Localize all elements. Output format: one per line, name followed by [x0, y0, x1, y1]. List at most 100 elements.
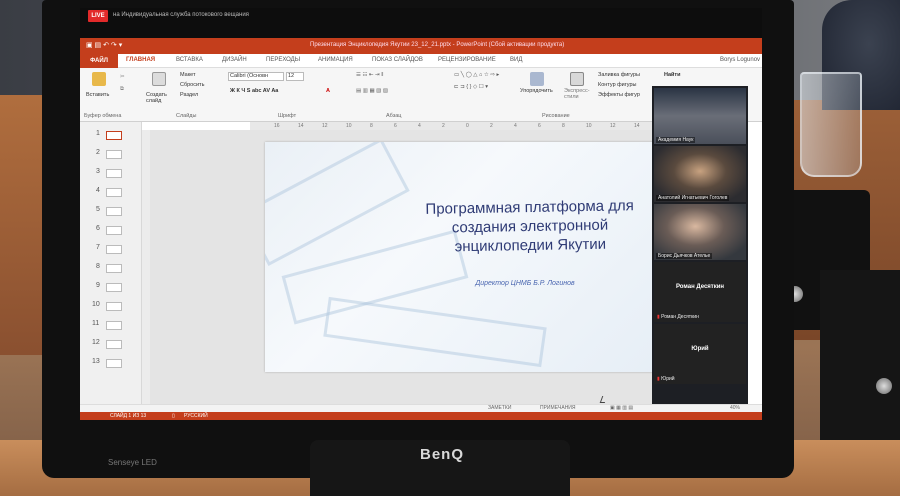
bullets-button[interactable]: ☰ ☷ ⇤ ⇥ ‖ — [356, 72, 383, 78]
slide-thumbnail-3[interactable] — [106, 169, 122, 178]
font-name-select[interactable]: Calibri (Основн — [228, 72, 284, 81]
slide-counter: СЛАЙД 1 ИЗ 13 — [110, 413, 147, 419]
ruler-tick: 14 — [634, 123, 640, 129]
slide-thumbnail-13[interactable] — [106, 359, 122, 368]
tab-animations[interactable]: АНИМАЦИЯ — [318, 57, 353, 63]
new-slide-icon[interactable] — [152, 72, 166, 86]
notes-bar: ЗАМЕТКИ ПРИМЕЧАНИЯ ▣ ▦ ▥ ▤ 40% — [80, 404, 762, 412]
participant-name: Юрий — [691, 346, 709, 352]
slide-number: 9 — [96, 282, 100, 289]
tab-home[interactable]: ГЛАВНАЯ — [126, 57, 155, 63]
slide-number: 13 — [92, 358, 100, 365]
slide-decoration — [323, 296, 547, 368]
copy-icon[interactable]: ⧉ — [120, 86, 124, 93]
window-title: Презентация Энциклопедия Якутии 23_12_21… — [310, 42, 565, 48]
slide-thumbnail-2[interactable] — [106, 150, 122, 159]
quick-access-toolbar[interactable]: ▣ ▤ ↶ ↷ ▾ — [86, 41, 122, 49]
zoom-level[interactable]: 40% — [730, 405, 740, 411]
participant-tile-5[interactable]: Юрий ▮ Юрий — [654, 324, 746, 384]
scissors-icon[interactable]: ✂ — [120, 74, 125, 80]
slide-thumbnail-10[interactable] — [106, 302, 122, 311]
slide-thumbnail-4[interactable] — [106, 188, 122, 197]
arrange-button[interactable]: Упорядочить — [520, 88, 553, 94]
ruler-tick: 12 — [322, 123, 328, 129]
tab-insert[interactable]: ВСТАВКА — [176, 57, 203, 63]
quick-styles-button[interactable]: Экспресс-стили — [564, 88, 590, 100]
paste-button[interactable]: Вставить — [86, 92, 109, 98]
spellcheck-icon[interactable]: ▯ — [172, 412, 175, 420]
shapes-gallery[interactable]: ▭ ╲ ◯ △ ⌂ ☆ ⇨ ▸ — [454, 72, 499, 78]
section-button[interactable]: Раздел — [180, 92, 198, 98]
slide-number: 1 — [96, 130, 100, 137]
slide-number: 6 — [96, 225, 100, 232]
slide-number: 3 — [96, 168, 100, 175]
arrange-icon[interactable] — [530, 72, 544, 86]
ruler-tick: 8 — [562, 123, 565, 129]
notes-button[interactable]: ЗАМЕТКИ — [488, 405, 511, 411]
ribbon-tabs: ФАЙЛ ГЛАВНАЯ ВСТАВКА ДИЗАЙН ПЕРЕХОДЫ АНИ… — [80, 54, 762, 68]
participant-tile-4[interactable]: Роман Десяткин ▮ Роман Десяткин — [654, 262, 746, 322]
ruler-tick: 16 — [274, 123, 280, 129]
reset-button[interactable]: Сбросить — [180, 82, 204, 88]
tab-review[interactable]: РЕЦЕНЗИРОВАНИЕ — [438, 57, 496, 63]
slide-thumbnail-12[interactable] — [106, 340, 122, 349]
font-size-select[interactable]: 12 — [286, 72, 304, 81]
participant-name: Борис Дьячков Ателье — [656, 253, 713, 259]
user-name: Borys Logunov — [720, 57, 761, 63]
ruler-tick: 10 — [586, 123, 592, 129]
tab-file[interactable]: ФАЙЛ — [80, 54, 118, 68]
tab-design[interactable]: ДИЗАЙН — [222, 57, 247, 63]
video-tile-2[interactable]: Анатолий Игнатьевич Гоголев — [654, 146, 746, 202]
slide-thumbnail-11[interactable] — [106, 321, 122, 330]
layout-button[interactable]: Макет — [180, 72, 196, 78]
shapes-gallery-row2[interactable]: ⊏ ⊐ { } ◇ ☐ ▾ — [454, 84, 488, 90]
align-buttons[interactable]: ▤ ▥ ▦ ▧ ▨ — [356, 88, 388, 94]
slide-thumbnail-7[interactable] — [106, 245, 122, 254]
slide-thumbnail-8[interactable] — [106, 264, 122, 273]
video-tile-1[interactable]: Академия Наук — [654, 88, 746, 144]
slide-title[interactable]: Программная платформа для создания элект… — [405, 196, 656, 257]
slide-number: 11 — [92, 320, 100, 327]
tab-slideshow[interactable]: ПОКАЗ СЛАЙДОВ — [372, 57, 423, 63]
language-indicator[interactable]: РУССКИЙ — [184, 412, 208, 420]
participant-label: ▮ Юрий — [657, 376, 675, 382]
slide-thumbnail-1[interactable] — [106, 131, 122, 140]
slide-canvas[interactable]: Программная платформа для создания элект… — [265, 142, 665, 372]
group-slides: Слайды — [176, 113, 197, 119]
quick-styles-icon[interactable] — [570, 72, 584, 86]
font-color-button[interactable]: A — [326, 88, 330, 94]
comments-button[interactable]: ПРИМЕЧАНИЯ — [540, 405, 576, 411]
slide-number: 7 — [96, 244, 100, 251]
participant-name: Академия Наук — [656, 137, 696, 143]
muted-mic-icon: ▮ — [657, 376, 660, 382]
new-slide-button[interactable]: Создать слайд — [146, 92, 174, 104]
slide-number: 10 — [92, 301, 100, 308]
tab-transitions[interactable]: ПЕРЕХОДЫ — [266, 57, 300, 63]
video-call-panel: Академия Наук Анатолий Игнатьевич Гоголе… — [652, 86, 748, 404]
muted-mic-icon: ▮ — [657, 314, 660, 320]
participant-name: Роман Десяткин — [675, 284, 725, 290]
bold-button[interactable]: Ж К Ч S abc AV Aa — [230, 88, 278, 94]
ruler-tick: 2 — [442, 123, 445, 129]
screen: ▣ ▤ ↶ ↷ ▾ Презентация Энциклопедия Якути… — [80, 38, 762, 420]
group-paragraph: Абзац — [386, 113, 402, 119]
status-bar: СЛАЙД 1 ИЗ 13 ▯ РУССКИЙ — [80, 412, 762, 420]
shape-effects-button[interactable]: Эффекты фигур — [598, 92, 640, 98]
slide-thumbnail-6[interactable] — [106, 226, 122, 235]
find-button[interactable]: Найти — [664, 72, 681, 78]
shape-fill-button[interactable]: Заливка фигуры — [598, 72, 640, 78]
water-glass — [800, 72, 862, 177]
horizontal-ruler: 16 14 12 10 8 6 4 2 0 2 4 6 8 10 12 14 1… — [250, 122, 670, 130]
slide-number: 4 — [96, 187, 100, 194]
slide-subtitle[interactable]: Директор ЦНМБ Б.Р. Логинов — [465, 278, 585, 289]
paste-icon[interactable] — [92, 72, 106, 86]
slide-thumbnails-pane: 1 2 3 4 5 6 7 8 9 10 11 12 13 — [80, 122, 142, 404]
slide-thumbnail-5[interactable] — [106, 207, 122, 216]
shape-outline-button[interactable]: Контур фигуры — [598, 82, 636, 88]
tab-view[interactable]: ВИД — [510, 57, 522, 63]
slide-thumbnail-9[interactable] — [106, 283, 122, 292]
monitor-model: Senseye LED — [108, 458, 157, 467]
view-buttons[interactable]: ▣ ▦ ▥ ▤ — [610, 405, 633, 411]
video-tile-3[interactable]: Борис Дьячков Ателье — [654, 204, 746, 260]
participant-name-small: Юрий — [661, 376, 675, 382]
